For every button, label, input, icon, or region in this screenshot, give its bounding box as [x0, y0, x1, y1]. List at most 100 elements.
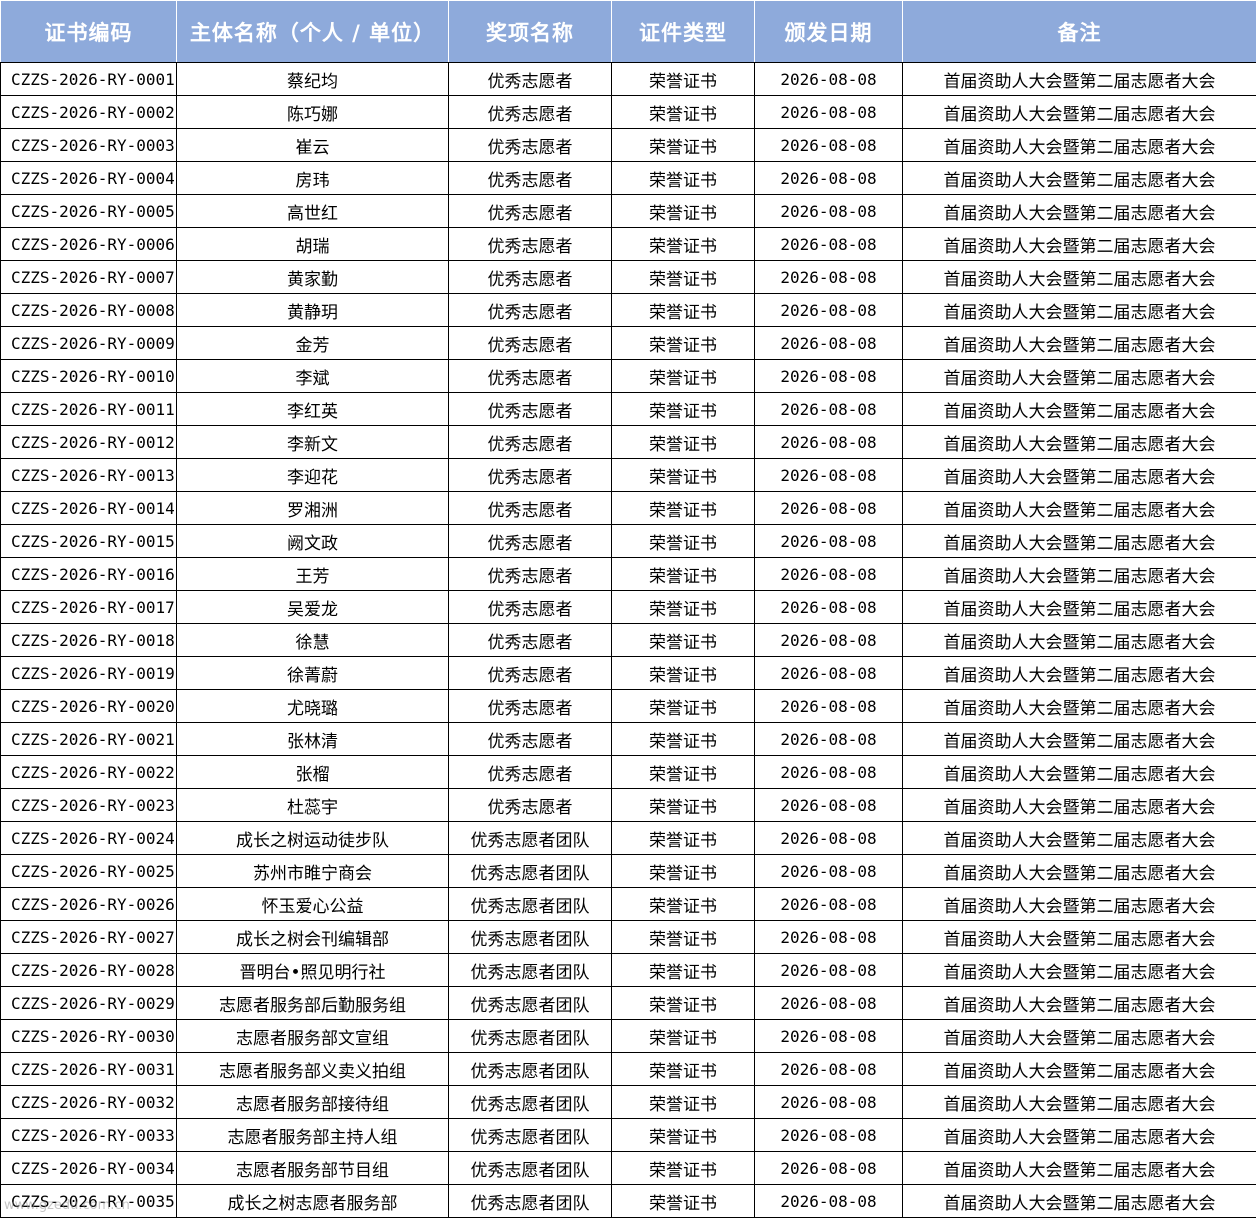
- header-row: 证书编码 主体名称（个人 / 单位） 奖项名称 证件类型 颁发日期 备注: [1, 1, 1256, 63]
- cert-type-cell: 荣誉证书: [612, 987, 755, 1020]
- cert-type-cell: 荣誉证书: [612, 1053, 755, 1086]
- cert-type-cell: 荣誉证书: [612, 954, 755, 987]
- award-name-cell: 优秀志愿者: [449, 426, 612, 459]
- remarks-cell: 首届资助人大会暨第二届志愿者大会: [903, 261, 1256, 294]
- cert-type-cell: 荣誉证书: [612, 228, 755, 261]
- table-row: CZZS-2026-RY-0003崔云优秀志愿者荣誉证书2026-08-08首届…: [1, 129, 1256, 162]
- cert-type-cell: 荣誉证书: [612, 327, 755, 360]
- award-name-cell: 优秀志愿者: [449, 261, 612, 294]
- subject-name-cell: 苏州市睢宁商会: [177, 855, 449, 888]
- subject-name-cell: 房玮: [177, 162, 449, 195]
- cert-code-cell: CZZS-2026-RY-0004: [1, 162, 177, 195]
- award-name-cell: 优秀志愿者: [449, 294, 612, 327]
- table-row: CZZS-2026-RY-0006胡瑞优秀志愿者荣誉证书2026-08-08首届…: [1, 228, 1256, 261]
- award-name-cell: 优秀志愿者: [449, 129, 612, 162]
- table-row: CZZS-2026-RY-0013李迎花优秀志愿者荣誉证书2026-08-08首…: [1, 459, 1256, 492]
- issue-date-cell: 2026-08-08: [755, 327, 903, 360]
- subject-name-cell: 尤晓璐: [177, 690, 449, 723]
- cert-code-cell: CZZS-2026-RY-0028: [1, 954, 177, 987]
- cert-code-cell: CZZS-2026-RY-0008: [1, 294, 177, 327]
- subject-name-cell: 蔡纪均: [177, 63, 449, 96]
- award-name-cell: 优秀志愿者: [449, 525, 612, 558]
- table-row: CZZS-2026-RY-0012李新文优秀志愿者荣誉证书2026-08-08首…: [1, 426, 1256, 459]
- cert-code-cell: CZZS-2026-RY-0032: [1, 1086, 177, 1119]
- issue-date-cell: 2026-08-08: [755, 1053, 903, 1086]
- issue-date-cell: 2026-08-08: [755, 459, 903, 492]
- cert-type-cell: 荣誉证书: [612, 1119, 755, 1152]
- table-row: CZZS-2026-RY-0001蔡纪均优秀志愿者荣誉证书2026-08-08首…: [1, 63, 1256, 96]
- table-row: CZZS-2026-RY-0028晋明台•照见明行社优秀志愿者团队荣誉证书202…: [1, 954, 1256, 987]
- cert-type-cell: 荣誉证书: [612, 459, 755, 492]
- subject-name-cell: 高世红: [177, 195, 449, 228]
- table-row: CZZS-2026-RY-0016王芳优秀志愿者荣誉证书2026-08-08首届…: [1, 558, 1256, 591]
- table-row: CZZS-2026-RY-0009金芳优秀志愿者荣誉证书2026-08-08首届…: [1, 327, 1256, 360]
- cert-code-cell: CZZS-2026-RY-0001: [1, 63, 177, 96]
- award-name-cell: 优秀志愿者: [449, 657, 612, 690]
- remarks-cell: 首届资助人大会暨第二届志愿者大会: [903, 195, 1256, 228]
- issue-date-cell: 2026-08-08: [755, 294, 903, 327]
- cert-code-cell: CZZS-2026-RY-0013: [1, 459, 177, 492]
- remarks-cell: 首届资助人大会暨第二届志愿者大会: [903, 1053, 1256, 1086]
- cert-type-cell: 荣誉证书: [612, 426, 755, 459]
- cert-type-cell: 荣誉证书: [612, 822, 755, 855]
- table-row: CZZS-2026-RY-0007黄家勤优秀志愿者荣誉证书2026-08-08首…: [1, 261, 1256, 294]
- remarks-cell: 首届资助人大会暨第二届志愿者大会: [903, 1152, 1256, 1185]
- cert-code-cell: CZZS-2026-RY-0031: [1, 1053, 177, 1086]
- table-row: CZZS-2026-RY-0005高世红优秀志愿者荣誉证书2026-08-08首…: [1, 195, 1256, 228]
- remarks-cell: 首届资助人大会暨第二届志愿者大会: [903, 657, 1256, 690]
- remarks-cell: 首届资助人大会暨第二届志愿者大会: [903, 459, 1256, 492]
- subject-name-cell: 志愿者服务部义卖义拍组: [177, 1053, 449, 1086]
- table-header: 证书编码 主体名称（个人 / 单位） 奖项名称 证件类型 颁发日期 备注: [1, 1, 1256, 63]
- cert-code-cell: CZZS-2026-RY-0019: [1, 657, 177, 690]
- subject-name-cell: 李迎花: [177, 459, 449, 492]
- cert-type-cell: 荣誉证书: [612, 63, 755, 96]
- subject-name-cell: 怀玉爱心公益: [177, 888, 449, 921]
- subject-name-cell: 阙文政: [177, 525, 449, 558]
- remarks-cell: 首届资助人大会暨第二届志愿者大会: [903, 1119, 1256, 1152]
- award-name-cell: 优秀志愿者: [449, 789, 612, 822]
- subject-name-cell: 胡瑞: [177, 228, 449, 261]
- issue-date-cell: 2026-08-08: [755, 195, 903, 228]
- cert-type-cell: 荣誉证书: [612, 261, 755, 294]
- remarks-cell: 首届资助人大会暨第二届志愿者大会: [903, 426, 1256, 459]
- table-row: CZZS-2026-RY-0034志愿者服务部节目组优秀志愿者团队荣誉证书202…: [1, 1152, 1256, 1185]
- cert-code-cell: CZZS-2026-RY-0035: [1, 1185, 177, 1218]
- issue-date-cell: 2026-08-08: [755, 921, 903, 954]
- remarks-cell: 首届资助人大会暨第二届志愿者大会: [903, 789, 1256, 822]
- award-name-cell: 优秀志愿者: [449, 690, 612, 723]
- cert-type-cell: 荣誉证书: [612, 888, 755, 921]
- remarks-cell: 首届资助人大会暨第二届志愿者大会: [903, 954, 1256, 987]
- cert-type-cell: 荣誉证书: [612, 756, 755, 789]
- issue-date-cell: 2026-08-08: [755, 525, 903, 558]
- remarks-cell: 首届资助人大会暨第二届志愿者大会: [903, 96, 1256, 129]
- issue-date-cell: 2026-08-08: [755, 756, 903, 789]
- cert-code-cell: CZZS-2026-RY-0009: [1, 327, 177, 360]
- issue-date-cell: 2026-08-08: [755, 228, 903, 261]
- cert-code-cell: CZZS-2026-RY-0029: [1, 987, 177, 1020]
- table-row: CZZS-2026-RY-0029志愿者服务部后勤服务组优秀志愿者团队荣誉证书2…: [1, 987, 1256, 1020]
- cert-code-cell: CZZS-2026-RY-0012: [1, 426, 177, 459]
- cert-type-cell: 荣誉证书: [612, 525, 755, 558]
- issue-date-cell: 2026-08-08: [755, 1086, 903, 1119]
- remarks-cell: 首届资助人大会暨第二届志愿者大会: [903, 162, 1256, 195]
- table-row: CZZS-2026-RY-0032志愿者服务部接待组优秀志愿者团队荣誉证书202…: [1, 1086, 1256, 1119]
- subject-name-cell: 王芳: [177, 558, 449, 591]
- header-cert-type: 证件类型: [612, 1, 755, 63]
- remarks-cell: 首届资助人大会暨第二届志愿者大会: [903, 624, 1256, 657]
- header-subject-name: 主体名称（个人 / 单位）: [177, 1, 449, 63]
- table-row: CZZS-2026-RY-0020尤晓璐优秀志愿者荣誉证书2026-08-08首…: [1, 690, 1256, 723]
- cert-code-cell: CZZS-2026-RY-0021: [1, 723, 177, 756]
- issue-date-cell: 2026-08-08: [755, 657, 903, 690]
- award-name-cell: 优秀志愿者: [449, 723, 612, 756]
- issue-date-cell: 2026-08-08: [755, 63, 903, 96]
- remarks-cell: 首届资助人大会暨第二届志愿者大会: [903, 228, 1256, 261]
- table-row: CZZS-2026-RY-0004房玮优秀志愿者荣誉证书2026-08-08首届…: [1, 162, 1256, 195]
- issue-date-cell: 2026-08-08: [755, 96, 903, 129]
- remarks-cell: 首届资助人大会暨第二届志愿者大会: [903, 921, 1256, 954]
- table-row: CZZS-2026-RY-0019徐菁蔚优秀志愿者荣誉证书2026-08-08首…: [1, 657, 1256, 690]
- issue-date-cell: 2026-08-08: [755, 987, 903, 1020]
- remarks-cell: 首届资助人大会暨第二届志愿者大会: [903, 723, 1256, 756]
- issue-date-cell: 2026-08-08: [755, 855, 903, 888]
- cert-code-cell: CZZS-2026-RY-0020: [1, 690, 177, 723]
- issue-date-cell: 2026-08-08: [755, 129, 903, 162]
